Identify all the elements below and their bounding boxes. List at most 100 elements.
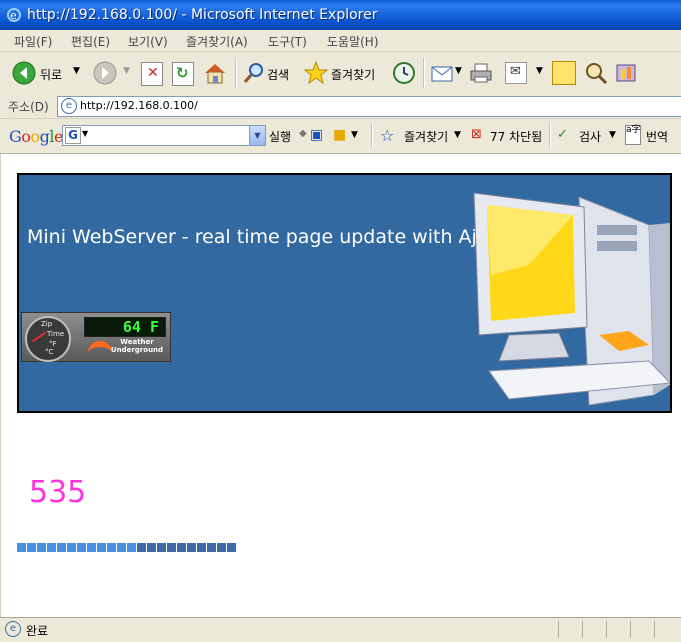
- back-arrow-icon: [12, 61, 36, 85]
- spellcheck-icon[interactable]: ✓: [557, 127, 568, 142]
- weather-dial-time: Time: [47, 330, 65, 338]
- back-label[interactable]: 뒤로: [40, 66, 62, 83]
- menu-file[interactable]: 파일(F): [14, 33, 52, 50]
- translate-icon[interactable]: a字: [625, 125, 641, 145]
- weather-dial-fahrenheit: °F: [49, 340, 57, 348]
- window-title: http://192.168.0.100/ - Microsoft Intern…: [27, 7, 378, 23]
- mail-dropdown-icon[interactable]: ▼: [455, 66, 462, 76]
- mail-icon: [431, 66, 453, 82]
- progress-segment-filled: [67, 543, 76, 552]
- status-text: 완료: [26, 624, 49, 638]
- google-favorites-label[interactable]: 즐겨찾기: [404, 128, 448, 145]
- weather-needle-icon: [31, 331, 47, 343]
- address-bar: 주소(D) e http://192.168.0.100/: [0, 94, 681, 119]
- menu-help[interactable]: 도움말(H): [327, 33, 379, 50]
- google-g-dropdown-icon[interactable]: ▼: [82, 129, 88, 138]
- back-dropdown-icon[interactable]: ▼: [73, 66, 80, 76]
- progress-segment-empty: [147, 543, 156, 552]
- status-page-icon: e: [5, 621, 21, 637]
- stop-button[interactable]: ✕: [141, 62, 163, 86]
- discuss-button[interactable]: [552, 61, 576, 85]
- history-icon: [393, 62, 415, 84]
- google-search-dropdown-icon[interactable]: ▼: [249, 126, 265, 145]
- print-button[interactable]: [469, 61, 493, 88]
- google-pagerank-icon[interactable]: ■: [333, 127, 346, 143]
- progress-segment-empty: [177, 543, 186, 552]
- progress-segment-filled: [17, 543, 26, 552]
- printer-icon: [470, 63, 492, 83]
- banner-title: Mini WebServer - real time page update w…: [27, 226, 500, 248]
- progress-segment-filled: [97, 543, 106, 552]
- weather-widget[interactable]: Zip Time °F °C 64 F Weather Underground: [21, 312, 171, 362]
- google-bookmark-star-icon[interactable]: ☆: [380, 126, 394, 145]
- address-input[interactable]: e http://192.168.0.100/: [57, 96, 681, 117]
- weather-display: 64 F: [84, 317, 166, 337]
- progress-segment-empty: [197, 543, 206, 552]
- weather-dial-celsius: °C: [45, 348, 54, 356]
- research-button[interactable]: [584, 61, 608, 88]
- forward-button[interactable]: [93, 61, 117, 88]
- stop-icon: ✕: [147, 65, 159, 81]
- status-panel-2: [582, 621, 607, 638]
- progress-segment-filled: [77, 543, 86, 552]
- edit-button[interactable]: ✉: [505, 62, 527, 84]
- svg-text:e: e: [10, 9, 17, 22]
- favorites-star-icon: [303, 60, 329, 85]
- google-go-button[interactable]: 실행: [269, 128, 291, 145]
- progress-segment-empty: [167, 543, 176, 552]
- progress-segment-empty: [217, 543, 226, 552]
- forward-arrow-icon: [93, 61, 117, 85]
- favorites-button[interactable]: [303, 60, 329, 89]
- history-button[interactable]: [392, 61, 416, 88]
- progress-segment-empty: [207, 543, 216, 552]
- popup-blocker-icon[interactable]: ⊠: [471, 127, 482, 142]
- home-button[interactable]: [202, 60, 228, 89]
- window-title-bar[interactable]: e http://192.168.0.100/ - Microsoft Inte…: [0, 0, 681, 30]
- progress-segment-filled: [117, 543, 126, 552]
- status-panel-4: [630, 621, 655, 638]
- google-search-input[interactable]: G ▼ ▼: [62, 125, 266, 146]
- weather-dial-zip: Zip: [41, 320, 53, 328]
- weather-dial: Zip Time °F °C: [25, 316, 71, 362]
- google-news-icon[interactable]: ▣: [310, 127, 323, 143]
- refresh-icon: ↻: [176, 64, 189, 82]
- messenger-button[interactable]: [614, 61, 638, 88]
- menu-favorites[interactable]: 즐겨찾기(A): [186, 33, 248, 50]
- mail-button[interactable]: [430, 61, 454, 88]
- google-logo[interactable]: Google: [9, 127, 63, 146]
- favorites-label[interactable]: 즐겨찾기: [331, 66, 375, 83]
- weather-brand: Weather Underground: [110, 338, 164, 354]
- menu-view[interactable]: 보기(V): [128, 33, 168, 50]
- google-go-arrow-icon: ◆: [299, 128, 307, 139]
- address-label: 주소(D): [8, 100, 49, 114]
- spellcheck-dropdown-icon[interactable]: ▼: [609, 130, 616, 140]
- translate-label[interactable]: 번역: [646, 128, 668, 145]
- menu-edit[interactable]: 편집(E): [71, 33, 110, 50]
- google-favorites-dropdown-icon[interactable]: ▼: [454, 130, 461, 140]
- ie-icon: e: [7, 8, 21, 22]
- progress-segment-filled: [87, 543, 96, 552]
- search-label[interactable]: 검색: [267, 66, 289, 83]
- computer-illustration: [473, 192, 670, 406]
- page-icon: e: [61, 98, 77, 114]
- status-panel-zone: [654, 621, 681, 638]
- edit-dropdown-icon[interactable]: ▼: [536, 66, 543, 76]
- weather-temperature: 64 F: [122, 318, 159, 336]
- forward-dropdown-icon[interactable]: ▼: [123, 66, 130, 76]
- menu-tools[interactable]: 도구(T): [268, 33, 307, 50]
- progress-segment-empty: [157, 543, 166, 552]
- edit-document-icon: ✉: [510, 64, 521, 79]
- google-pagerank-dropdown-icon[interactable]: ▼: [351, 130, 358, 140]
- menu-bar: 파일(F) 편집(E) 보기(V) 즐겨찾기(A) 도구(T) 도움말(H): [0, 30, 681, 52]
- google-g-icon[interactable]: G: [65, 127, 81, 144]
- search-button[interactable]: [243, 61, 265, 88]
- progress-segment-filled: [127, 543, 136, 552]
- status-panel-3: [606, 621, 631, 638]
- popup-blocked-count[interactable]: 77 차단됨: [490, 128, 542, 145]
- spellcheck-label[interactable]: 검사: [579, 128, 601, 145]
- progress-segment-empty: [137, 543, 146, 552]
- back-button[interactable]: [12, 61, 36, 88]
- progress-segment-filled: [37, 543, 46, 552]
- refresh-button[interactable]: ↻: [172, 62, 194, 86]
- progress-segment-filled: [27, 543, 36, 552]
